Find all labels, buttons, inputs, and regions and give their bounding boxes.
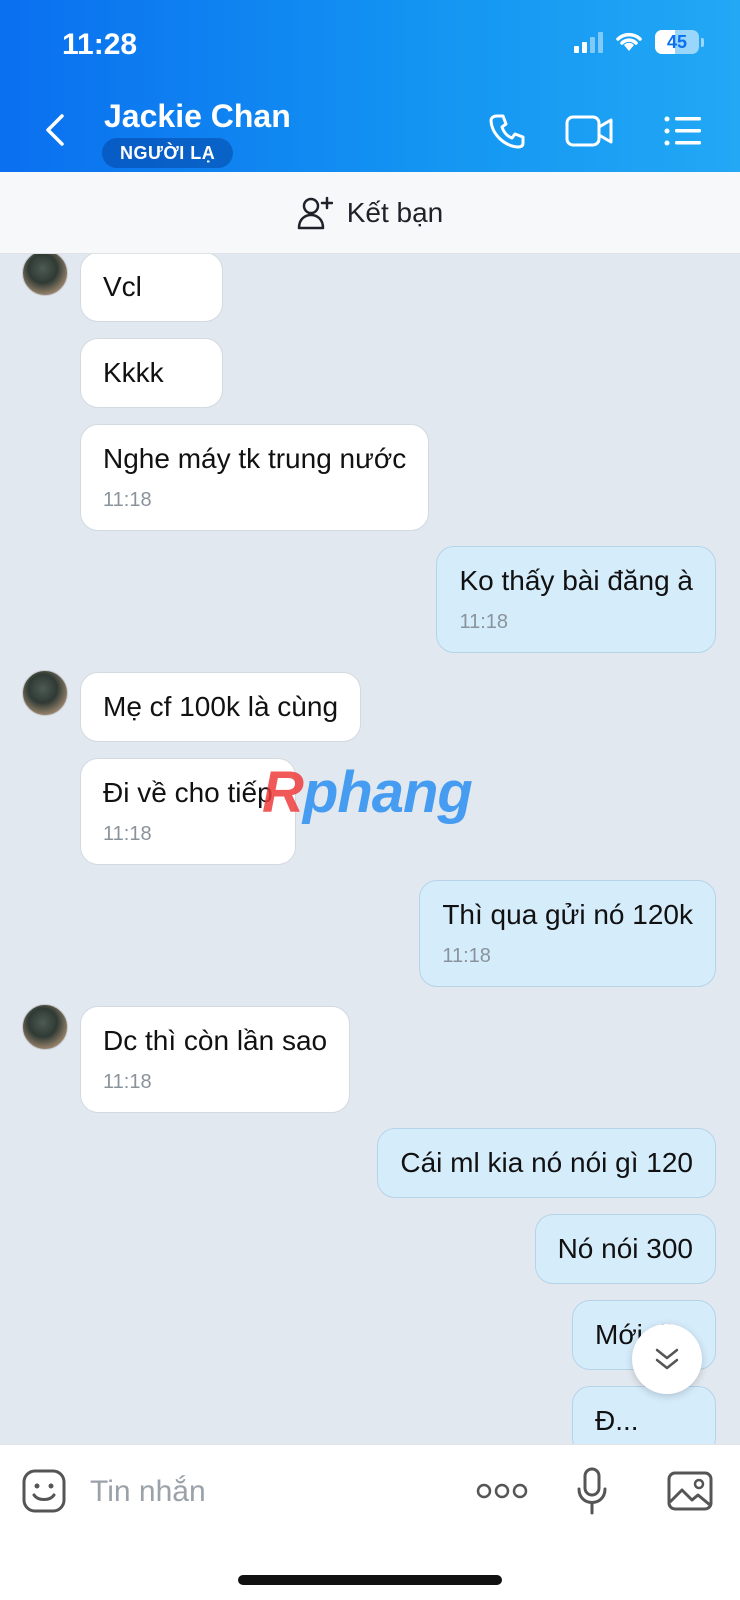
message-bubble[interactable]: Kkkk	[80, 338, 223, 408]
battery-icon: 45	[655, 30, 704, 54]
scroll-to-bottom-button[interactable]	[632, 1324, 702, 1394]
menu-icon[interactable]	[660, 108, 706, 154]
contact-avatar[interactable]	[22, 254, 68, 296]
wifi-icon	[616, 32, 642, 51]
stranger-badge: NGƯỜI LẠ	[102, 138, 234, 168]
message-time: 11:18	[459, 611, 509, 633]
message-bubble[interactable]: Nghe máy tk trung nước 11:18	[80, 424, 430, 531]
image-gallery-icon[interactable]	[666, 1467, 714, 1515]
message-text: Cái ml kia nó nói gì 120	[400, 1147, 693, 1178]
message-text: Thì qua gửi nó 120k	[442, 899, 693, 930]
message-text: Nghe máy tk trung nước	[103, 443, 407, 474]
message-bubble[interactable]: Nó nói 300	[534, 1214, 716, 1284]
sticker-icon[interactable]	[20, 1467, 68, 1515]
add-user-icon	[297, 196, 333, 229]
message-list[interactable]: Vcl Kkkk Nghe máy tk trung nước 11:18 Ko…	[0, 254, 740, 1444]
contact-avatar[interactable]	[22, 1004, 68, 1050]
message-text: Dc thì còn lần sao	[103, 1025, 328, 1056]
back-icon[interactable]	[40, 110, 70, 150]
message-text: Vcl	[103, 271, 142, 302]
message-bubble[interactable]: Cái ml kia nó nói gì 120	[377, 1128, 716, 1198]
phone-icon[interactable]	[484, 108, 530, 154]
microphone-icon[interactable]	[568, 1467, 616, 1515]
message-bubble[interactable]: Ko thấy bài đăng à 11:18	[436, 546, 716, 653]
message-text: Đ...	[595, 1405, 639, 1436]
cellular-signal-icon	[574, 31, 603, 53]
status-icons: 45	[574, 30, 704, 54]
message-time: 11:18	[103, 823, 152, 845]
message-input[interactable]: Tin nhắn	[90, 1475, 206, 1509]
message-text: Kkkk	[103, 357, 164, 388]
more-options-icon[interactable]	[474, 1467, 530, 1515]
message-text: Mẹ cf 100k là cùng	[103, 691, 339, 722]
contact-avatar[interactable]	[22, 670, 68, 716]
message-text: Nó nói 300	[557, 1233, 693, 1264]
message-text: Đi về cho tiếp	[103, 777, 273, 808]
message-time: 11:18	[103, 1071, 152, 1093]
contact-name[interactable]: Jackie Chan	[104, 98, 291, 135]
message-composer: Tin nhắn	[0, 1444, 740, 1600]
add-friend-button[interactable]: Kết bạn	[0, 172, 740, 254]
watermark-logo: Rphang	[262, 760, 473, 825]
home-indicator	[238, 1575, 502, 1585]
message-bubble[interactable]: Vcl	[80, 254, 223, 322]
message-bubble[interactable]: Mẹ cf 100k là cùng	[80, 672, 362, 742]
message-bubble[interactable]: Đ...	[572, 1386, 716, 1444]
message-bubble[interactable]: Thì qua gửi nó 120k 11:18	[419, 880, 716, 987]
chevron-double-down-icon	[655, 1348, 679, 1370]
chat-header: 11:28 45 Jackie Chan NGƯỜI LẠ	[0, 0, 740, 172]
message-bubble[interactable]: Dc thì còn lần sao 11:18	[80, 1006, 351, 1113]
video-call-icon[interactable]	[564, 108, 616, 154]
message-time: 11:18	[103, 489, 152, 511]
add-friend-label: Kết bạn	[346, 196, 444, 228]
message-time: 11:18	[442, 945, 491, 967]
message-text: Ko thấy bài đăng à	[459, 565, 693, 596]
status-time: 11:28	[62, 28, 138, 61]
battery-level: 45	[666, 31, 688, 52]
